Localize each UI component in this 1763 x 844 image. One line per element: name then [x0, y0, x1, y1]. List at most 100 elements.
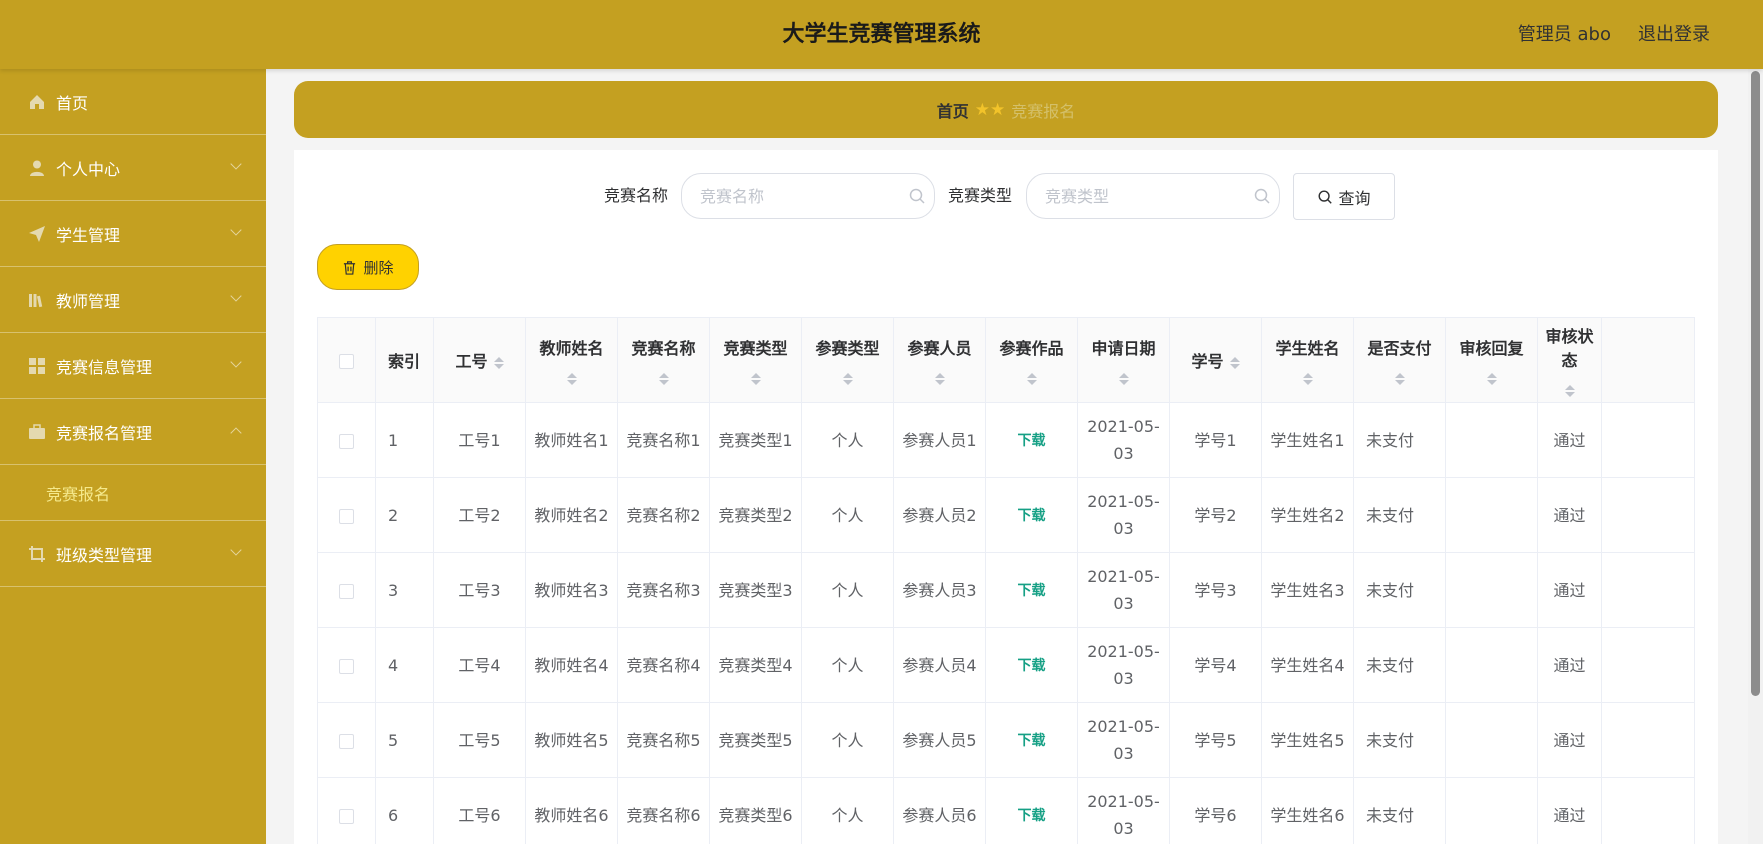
sidebar-item-student-management[interactable]: 学生管理	[0, 201, 266, 267]
table-row[interactable]: 4 工号4 教师姓名4 竞赛名称4 竞赛类型4 个人 参赛人员4 下载 2021-05-03 学号…	[317, 627, 1695, 703]
sidebar-item-label: 首页	[56, 93, 89, 113]
row-checkbox[interactable]	[339, 733, 354, 749]
sort-caret-icon[interactable]	[493, 356, 504, 369]
logout-link[interactable]: 退出登录	[1638, 0, 1710, 70]
sort-caret-icon[interactable]	[1302, 373, 1313, 385]
participants-cell: 参赛人员2	[893, 477, 986, 553]
delete-button-label: 删除	[363, 258, 394, 277]
column-header-label: 参赛人员	[907, 339, 972, 358]
work-cell: 下载	[985, 552, 1078, 628]
column-header-label: 审核回复	[1459, 339, 1524, 358]
sidebar-item-class-type-management[interactable]: 班级类型管理	[0, 521, 266, 587]
select-all-checkbox[interactable]	[339, 353, 354, 369]
breadcrumb-home[interactable]: 首页	[937, 98, 969, 122]
page-scrollbar[interactable]	[1748, 69, 1763, 844]
column-header-label: 审核状态	[1545, 327, 1594, 370]
sort-caret-icon[interactable]	[1026, 373, 1037, 385]
work-download-link[interactable]: 下载	[1018, 583, 1046, 599]
send-icon	[27, 224, 47, 244]
sidebar-item-competition-info[interactable]: 竞赛信息管理	[0, 333, 266, 399]
scrollbar-thumb[interactable]	[1751, 71, 1760, 696]
column-header-sortable[interactable]: 申请日期	[1077, 317, 1170, 403]
registration-table: 索引 工号 教师姓名 竞赛名称 竞赛类型 参赛类型 参赛人员 参赛作品 申请日期…	[317, 317, 1695, 844]
column-header-sortable[interactable]: 参赛作品	[985, 317, 1078, 403]
work-download-link[interactable]: 下载	[1018, 433, 1046, 449]
participants-cell: 参赛人员4	[893, 627, 986, 703]
sort-caret-icon[interactable]	[1564, 385, 1575, 397]
column-header-sortable[interactable]: 审核状态	[1537, 317, 1602, 403]
work-download-link[interactable]: 下载	[1018, 658, 1046, 674]
competition-name-input[interactable]	[681, 173, 935, 219]
table-row[interactable]: 1 工号1 教师姓名1 竞赛名称1 竞赛类型1 个人 参赛人员1 下载 2021-05-03 学号…	[317, 402, 1695, 478]
sort-caret-icon[interactable]	[934, 373, 945, 385]
table-row[interactable]: 5 工号5 教师姓名5 竞赛名称5 竞赛类型5 个人 参赛人员5 下载 2021-05-03 学号…	[317, 702, 1695, 778]
gonghao-cell: 工号5	[433, 702, 526, 778]
competition-type-input[interactable]	[1026, 173, 1280, 219]
competition-type-cell: 竞赛类型2	[709, 477, 802, 553]
row-checkbox[interactable]	[339, 658, 354, 674]
column-header-label: 学生姓名	[1275, 339, 1340, 358]
row-checkbox[interactable]	[339, 808, 354, 824]
row-select-cell	[317, 702, 376, 778]
sidebar-item-label: 竞赛报名管理	[56, 423, 153, 443]
competition-name-cell: 竞赛名称1	[617, 402, 710, 478]
xuehao-cell: 学号1	[1169, 402, 1262, 478]
participation-type-cell: 个人	[801, 477, 894, 553]
row-checkbox[interactable]	[339, 433, 354, 449]
column-header-sortable[interactable]: 学生姓名	[1261, 317, 1354, 403]
row-checkbox[interactable]	[339, 583, 354, 599]
sidebar-subitem-registration[interactable]: 竞赛报名	[0, 465, 266, 521]
row-checkbox[interactable]	[339, 508, 354, 524]
apply-date-cell: 2021-05-03	[1077, 552, 1170, 628]
query-button-label: 查询	[1338, 188, 1371, 208]
competition-name-label: 竞赛名称	[604, 186, 669, 205]
student-name-cell: 学生姓名1	[1261, 402, 1354, 478]
work-cell: 下载	[985, 777, 1078, 844]
row-select-cell	[317, 477, 376, 553]
sidebar-item-teacher-management[interactable]: 教师管理	[0, 267, 266, 333]
sort-caret-icon[interactable]	[1486, 373, 1497, 385]
review-reply-cell	[1445, 402, 1538, 478]
delete-button[interactable]: 删除	[317, 244, 419, 290]
column-header-sortable[interactable]: 参赛人员	[893, 317, 986, 403]
query-button[interactable]: 查询	[1293, 173, 1395, 220]
chevron-down-icon	[230, 158, 242, 170]
sidebar-item-personal-center[interactable]: 个人中心	[0, 135, 266, 201]
work-download-link[interactable]: 下载	[1018, 808, 1046, 824]
table-row[interactable]: 3 工号3 教师姓名3 竞赛名称3 竞赛类型3 个人 参赛人员3 下载 2021-05-03 学号…	[317, 552, 1695, 628]
work-cell: 下载	[985, 477, 1078, 553]
review-reply-cell	[1445, 627, 1538, 703]
sort-caret-icon[interactable]	[750, 373, 761, 385]
sort-caret-icon[interactable]	[1394, 373, 1405, 385]
column-header-sortable[interactable]: 参赛类型	[801, 317, 894, 403]
column-header-sortable[interactable]: 竞赛类型	[709, 317, 802, 403]
column-header-sortable[interactable]: 是否支付	[1353, 317, 1446, 403]
review-reply-cell	[1445, 552, 1538, 628]
column-header-sortable[interactable]: 竞赛名称	[617, 317, 710, 403]
table-row[interactable]: 2 工号2 教师姓名2 竞赛名称2 竞赛类型2 个人 参赛人员2 下载 2021-05-03 学号…	[317, 477, 1695, 553]
work-download-link[interactable]: 下载	[1018, 508, 1046, 524]
gonghao-cell: 工号4	[433, 627, 526, 703]
sort-caret-icon[interactable]	[1229, 356, 1240, 369]
sort-caret-icon[interactable]	[842, 373, 853, 385]
sort-caret-icon[interactable]	[1118, 373, 1129, 385]
sidebar: 首页 个人中心 学生管理 教师管理 竞赛信息管理 竞赛报名管理 竞赛报名 班级类…	[0, 69, 266, 844]
search-form: 竞赛名称 竞赛类型 查询	[294, 173, 1718, 220]
library-icon	[27, 290, 47, 310]
table-row[interactable]: 6 工号6 教师姓名6 竞赛名称6 竞赛类型6 个人 参赛人员6 下载 2021-05-03 学号…	[317, 777, 1695, 844]
column-header-sortable[interactable]: 学号	[1169, 317, 1262, 403]
work-download-link[interactable]: 下载	[1018, 733, 1046, 749]
column-header-sortable[interactable]: 审核回复	[1445, 317, 1538, 403]
column-header-sortable[interactable]: 教师姓名	[525, 317, 618, 403]
payment-status-cell: 未支付	[1353, 402, 1446, 478]
teacher-name-cell: 教师姓名6	[525, 777, 618, 844]
apply-date-cell: 2021-05-03	[1077, 777, 1170, 844]
sidebar-item-home[interactable]: 首页	[0, 69, 266, 135]
sort-caret-icon[interactable]	[566, 373, 577, 385]
sort-caret-icon[interactable]	[658, 373, 669, 385]
row-index: 1	[375, 402, 434, 478]
competition-type-label: 竞赛类型	[948, 186, 1013, 205]
sidebar-item-registration-management[interactable]: 竞赛报名管理	[0, 399, 266, 465]
competition-name-cell: 竞赛名称4	[617, 627, 710, 703]
column-header-sortable[interactable]: 工号	[433, 317, 526, 403]
